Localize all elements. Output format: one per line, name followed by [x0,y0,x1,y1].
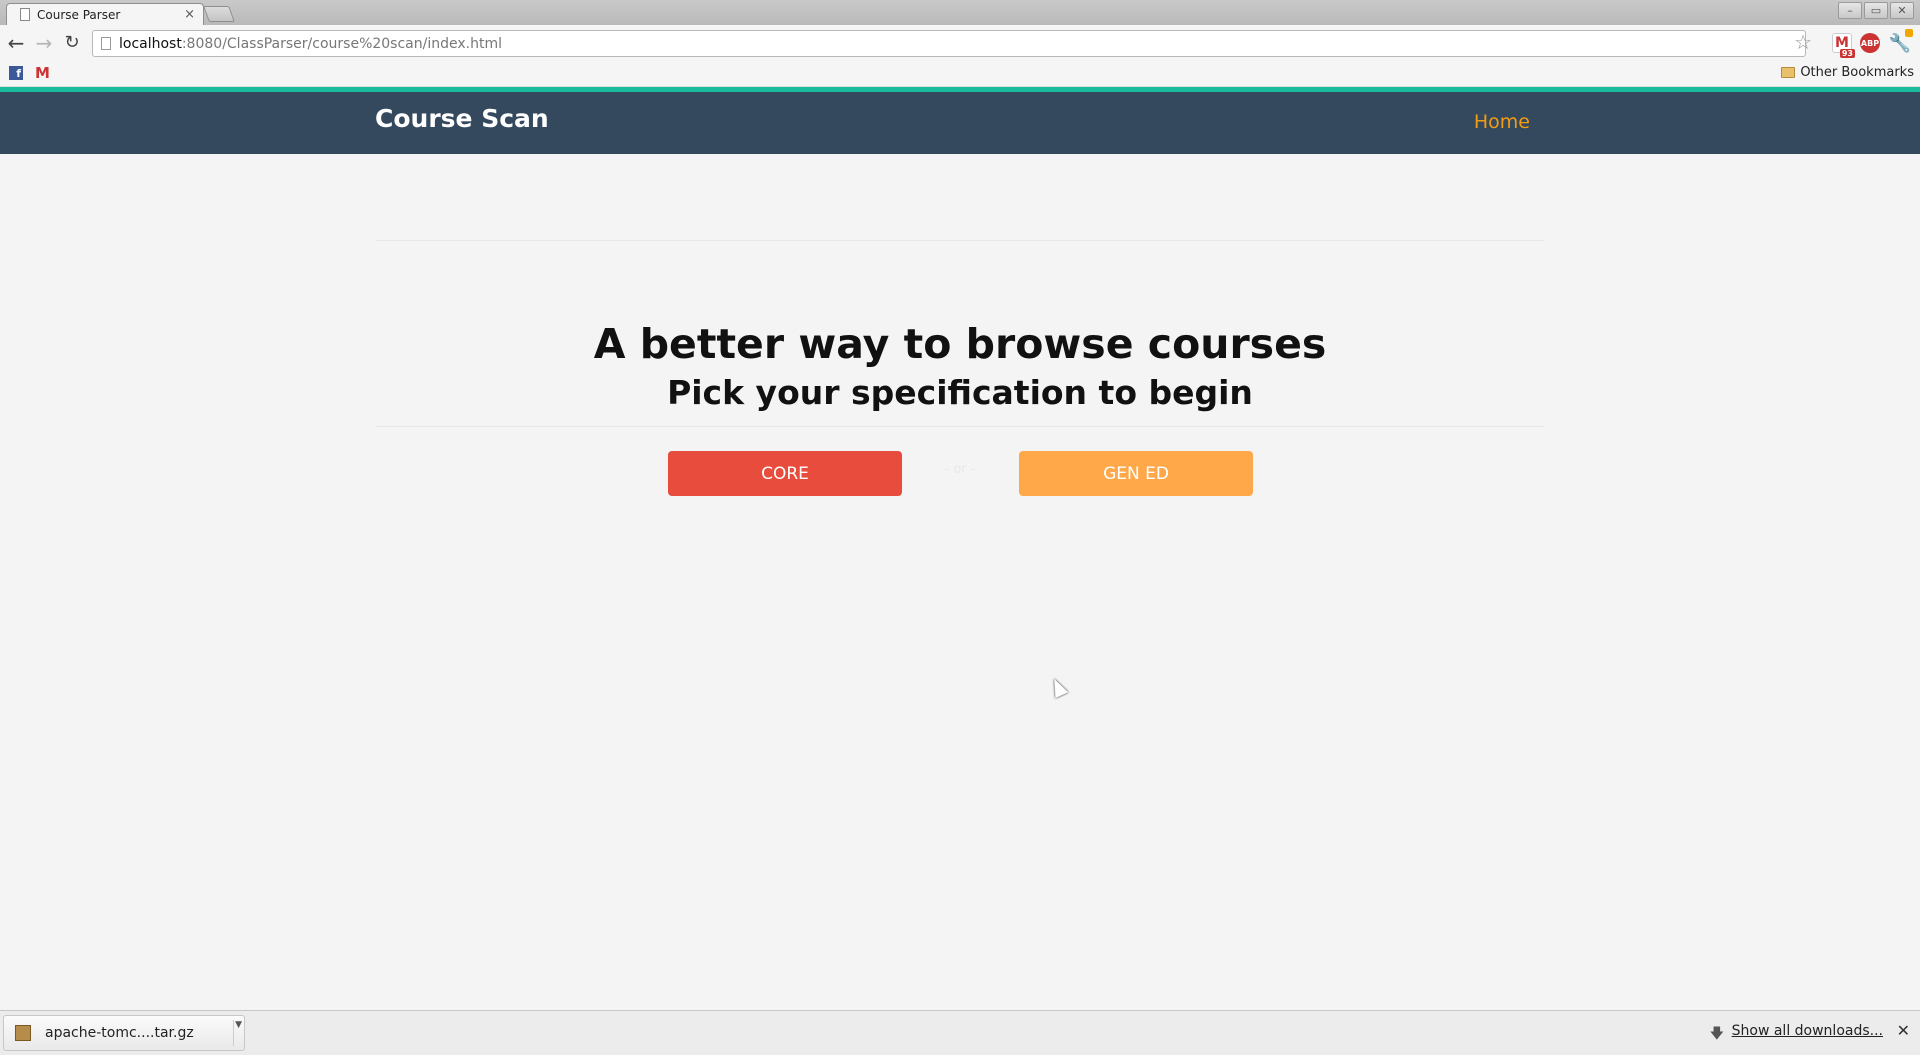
divider [375,240,1545,241]
back-arrow-icon[interactable]: ← [4,31,28,55]
minimize-button[interactable]: – [1838,2,1862,19]
gmail-bookmark-icon[interactable]: M [35,64,50,82]
facebook-bookmark-icon[interactable]: f [9,66,23,80]
new-tab-button[interactable] [203,6,235,22]
divider [375,426,1545,427]
adblock-icon[interactable]: ABP [1860,33,1880,53]
divider [233,1020,234,1046]
page-icon [20,8,30,21]
page-viewport: Course Scan Home A better way to browse … [0,87,1920,1010]
close-window-button[interactable]: ✕ [1890,2,1914,19]
hero-subtitle: Pick your specification to begin [667,373,1253,412]
window-controls: – ▭ ✕ [1838,2,1914,19]
mouse-cursor [1047,675,1069,699]
gmail-extension-icon[interactable]: M 93 [1832,33,1855,58]
tab-strip: Course Parser × – ▭ ✕ [0,0,1920,26]
bookmarks-bar: f M Other Bookmarks [0,61,1920,87]
tab-close-icon[interactable]: × [184,7,195,22]
close-icon[interactable]: ✕ [1897,1021,1910,1040]
wrench-icon[interactable]: 🔧 [1889,29,1913,54]
or-separator: - or - [944,462,976,477]
address-bar[interactable]: localhost :8080/ClassParser/course%20sca… [92,30,1806,57]
brand-logo[interactable]: Course Scan [375,104,549,133]
forward-arrow-icon[interactable]: → [32,31,56,55]
tab-course-parser[interactable]: Course Parser × [6,3,204,26]
nav-home-link[interactable]: Home [1474,111,1530,133]
download-shelf: apache-tomc....tar.gz ▼ 🡇 Show all downl… [0,1010,1920,1055]
star-icon[interactable]: ☆ [1794,30,1812,54]
url-path: :8080/ClassParser/course%20scan/index.ht… [181,35,502,52]
hero-title: A better way to browse courses [593,320,1327,368]
download-item[interactable]: apache-tomc....tar.gz ▼ [3,1015,245,1051]
download-arrow-icon: 🡇 [1709,1026,1724,1042]
url-host: localhost [119,35,182,52]
browser-toolbar: ← → ↻ localhost :8080/ClassParser/course… [0,25,1920,61]
gen-ed-button[interactable]: GEN ED [1019,451,1253,496]
page-icon [101,37,111,50]
gmail-unread-badge: 93 [1839,49,1855,58]
tab-title: Course Parser [37,8,121,22]
other-bookmarks[interactable]: Other Bookmarks [1781,65,1914,80]
core-button[interactable]: CORE [668,451,902,496]
show-all-downloads-link[interactable]: Show all downloads... [1732,1023,1883,1039]
folder-icon [1781,67,1796,78]
chevron-down-icon[interactable]: ▼ [235,1020,242,1030]
package-icon [15,1025,31,1041]
download-file-name: apache-tomc....tar.gz [45,1025,194,1041]
other-bookmarks-label: Other Bookmarks [1800,65,1914,80]
update-dot [1905,29,1913,37]
maximize-button[interactable]: ▭ [1864,2,1888,19]
site-navbar: Course Scan Home [0,87,1920,154]
reload-icon[interactable]: ↻ [60,32,84,53]
